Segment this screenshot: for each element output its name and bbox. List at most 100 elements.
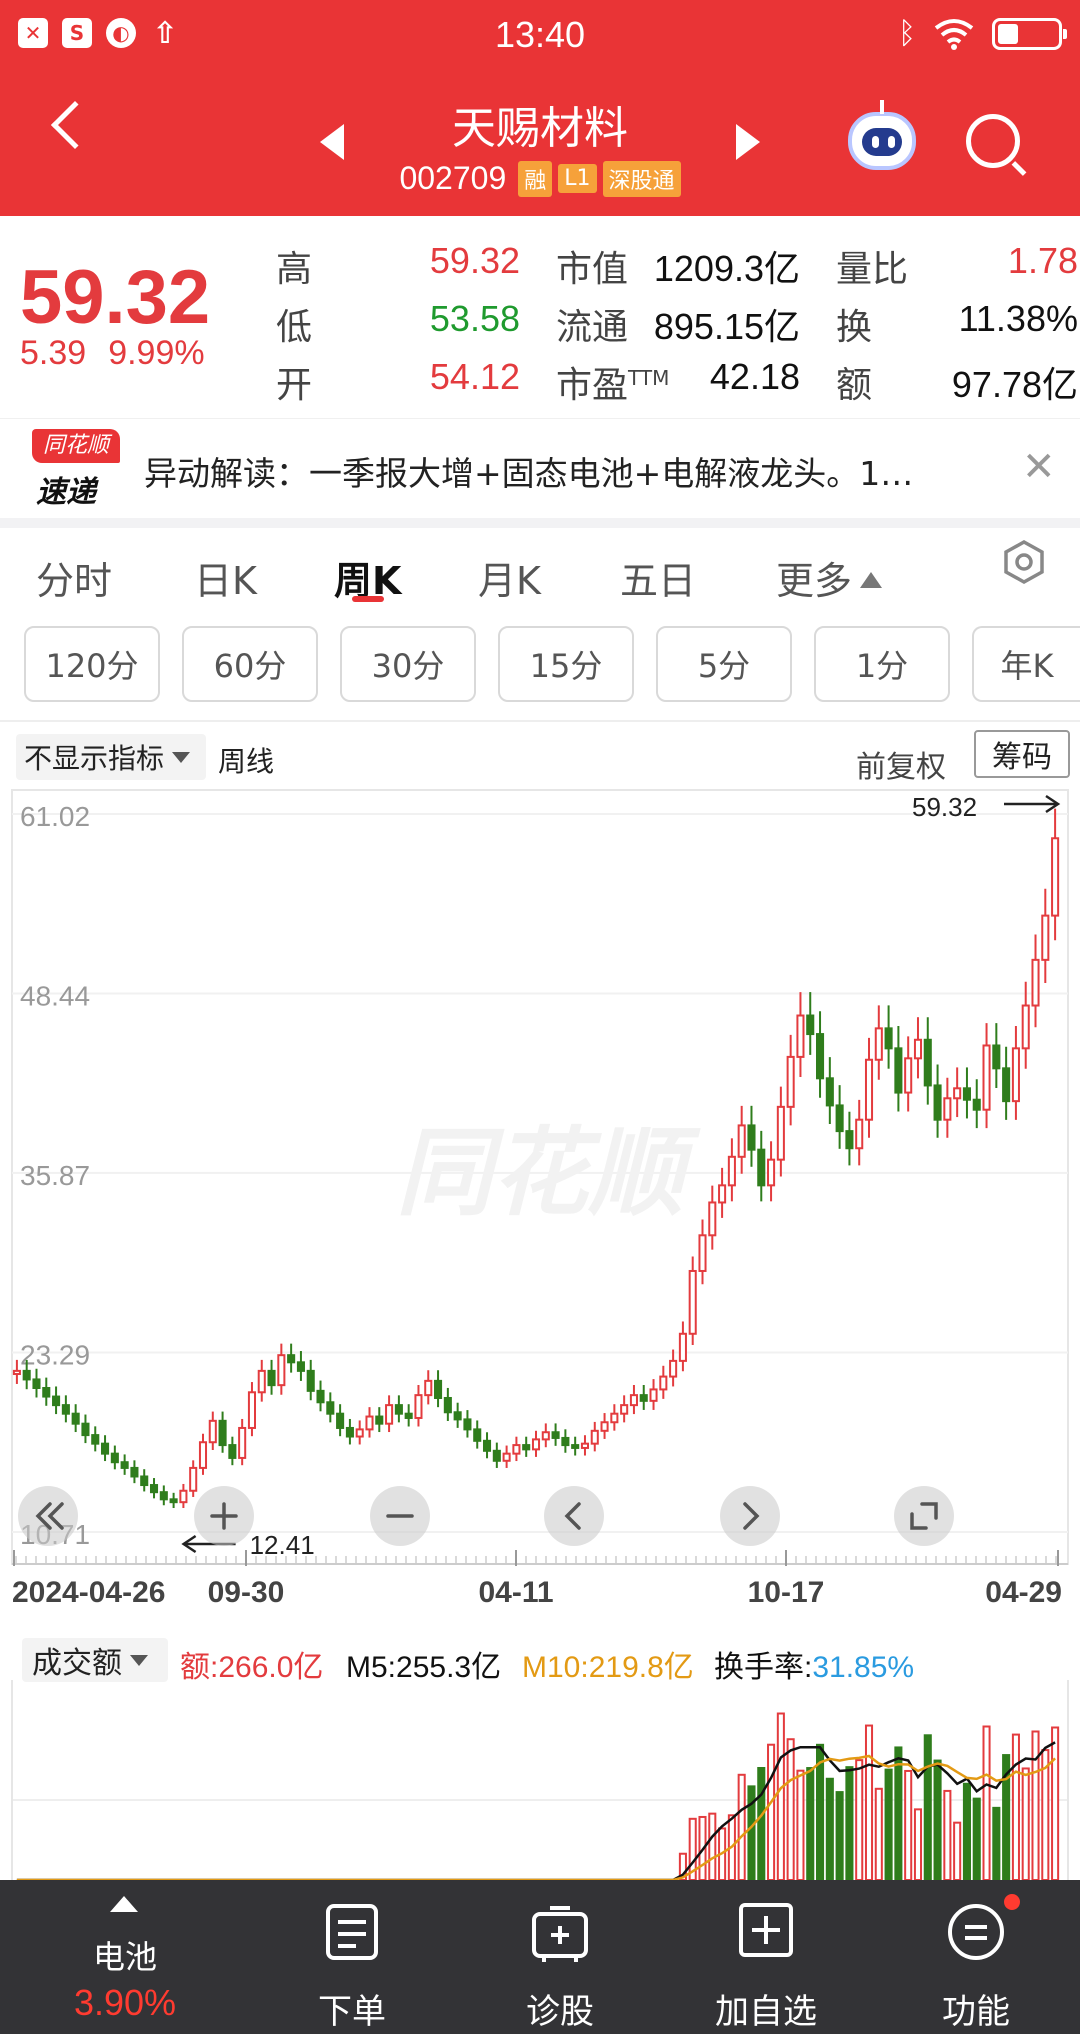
candle[interactable] xyxy=(404,1412,413,1419)
zoom-in-icon[interactable] xyxy=(194,1486,254,1546)
candle[interactable] xyxy=(492,1449,501,1462)
candle[interactable] xyxy=(394,1404,403,1415)
candle[interactable] xyxy=(933,1084,942,1121)
nav-diagnose[interactable]: 诊股 xyxy=(470,1880,650,2034)
candle[interactable] xyxy=(306,1369,315,1392)
indicator-dropdown[interactable]: 不显示指标 xyxy=(16,734,206,780)
tab-daily-k[interactable]: 日K xyxy=(194,550,257,605)
candle[interactable] xyxy=(414,1394,423,1419)
candle[interactable] xyxy=(894,1047,903,1094)
candle[interactable] xyxy=(247,1391,256,1429)
candle[interactable] xyxy=(424,1379,433,1397)
period-5min[interactable]: 5分 xyxy=(656,626,792,702)
candle[interactable] xyxy=(913,1038,923,1060)
candle[interactable] xyxy=(22,1369,31,1381)
candle[interactable] xyxy=(91,1434,100,1445)
chip-distribution-button[interactable]: 筹码 xyxy=(974,730,1070,778)
candlestick-chart[interactable]: 61.0248.4435.8723.2910.71同花顺59.3212.4120… xyxy=(0,786,1080,1624)
candle[interactable] xyxy=(639,1394,648,1402)
candle[interactable] xyxy=(767,1158,776,1187)
hexagon-settings-icon[interactable] xyxy=(1002,540,1046,584)
candle[interactable] xyxy=(1051,837,1060,917)
period-30min[interactable]: 30分 xyxy=(340,626,476,702)
candle[interactable] xyxy=(522,1444,531,1451)
candle[interactable] xyxy=(669,1359,678,1378)
candle[interactable] xyxy=(365,1415,374,1431)
candle[interactable] xyxy=(737,1124,746,1158)
nav-functions[interactable]: 功能 xyxy=(886,1880,1066,2034)
candle[interactable] xyxy=(316,1389,325,1404)
tag-l1[interactable]: L1 xyxy=(558,164,597,193)
adjust-price-toggle[interactable]: 前复权 xyxy=(856,742,946,786)
candle[interactable] xyxy=(874,1027,883,1061)
candle[interactable] xyxy=(443,1396,452,1414)
candle[interactable] xyxy=(600,1421,609,1432)
candle[interactable] xyxy=(355,1428,364,1438)
candle[interactable] xyxy=(678,1332,687,1362)
tag-margin[interactable]: 融 xyxy=(518,160,553,197)
candle[interactable] xyxy=(120,1461,129,1469)
candle[interactable] xyxy=(179,1489,188,1504)
rewind-icon[interactable] xyxy=(18,1486,78,1546)
candle[interactable] xyxy=(747,1124,756,1151)
candle[interactable] xyxy=(561,1436,570,1447)
tag-shenzhen-connect[interactable]: 深股通 xyxy=(602,160,681,197)
candle[interactable] xyxy=(375,1415,384,1425)
fullscreen-icon[interactable] xyxy=(894,1486,954,1546)
candle[interactable] xyxy=(140,1475,149,1487)
candle[interactable] xyxy=(101,1442,110,1455)
candle[interactable] xyxy=(502,1452,511,1462)
period-1min[interactable]: 1分 xyxy=(814,626,950,702)
candle[interactable] xyxy=(385,1404,394,1425)
tab-more[interactable]: 更多 xyxy=(776,550,883,605)
candle[interactable] xyxy=(257,1369,266,1394)
tab-monthly-k[interactable]: 月K xyxy=(478,550,541,605)
candle[interactable] xyxy=(1031,958,1040,1007)
candle[interactable] xyxy=(982,1044,991,1111)
candle[interactable] xyxy=(571,1444,580,1449)
candle[interactable] xyxy=(228,1444,237,1459)
candle[interactable] xyxy=(326,1401,335,1415)
candle[interactable] xyxy=(816,1033,825,1080)
candle[interactable] xyxy=(923,1038,932,1087)
candle[interactable] xyxy=(453,1411,462,1421)
tab-five-day[interactable]: 五日 xyxy=(620,550,696,605)
period-15min[interactable]: 15分 xyxy=(498,626,634,702)
chevron-right-icon[interactable] xyxy=(720,1486,780,1546)
candle[interactable] xyxy=(218,1419,227,1447)
candle[interactable] xyxy=(1041,914,1050,961)
next-stock-arrow-icon[interactable] xyxy=(736,124,760,160)
robot-assistant-icon[interactable] xyxy=(848,100,916,170)
candle[interactable] xyxy=(620,1404,629,1415)
candle[interactable] xyxy=(42,1387,51,1398)
period-60min[interactable]: 60分 xyxy=(182,626,318,702)
candle[interactable] xyxy=(238,1426,247,1459)
candle[interactable] xyxy=(580,1442,590,1449)
candle[interactable] xyxy=(71,1412,80,1425)
chevron-left-icon[interactable] xyxy=(544,1486,604,1546)
candle[interactable] xyxy=(796,1014,805,1058)
candle[interactable] xyxy=(434,1379,443,1399)
candle[interactable] xyxy=(463,1418,472,1431)
candle[interactable] xyxy=(972,1098,981,1111)
candle[interactable] xyxy=(531,1438,541,1451)
close-icon[interactable]: ✕ xyxy=(1022,447,1056,487)
candle[interactable] xyxy=(32,1378,41,1390)
candle[interactable] xyxy=(727,1155,736,1187)
candle[interactable] xyxy=(992,1044,1001,1070)
candle[interactable] xyxy=(953,1087,962,1100)
period-yearly-k[interactable]: 年K xyxy=(972,626,1080,702)
candle[interactable] xyxy=(590,1429,599,1445)
candle[interactable] xyxy=(806,1014,815,1036)
volume-indicator-dropdown[interactable]: 成交额 xyxy=(22,1638,168,1682)
candle[interactable] xyxy=(698,1234,707,1272)
candle[interactable] xyxy=(904,1057,913,1094)
candle[interactable] xyxy=(61,1404,70,1415)
candle[interactable] xyxy=(169,1498,178,1504)
candle[interactable] xyxy=(718,1184,727,1204)
candle[interactable] xyxy=(1021,1004,1030,1050)
candle[interactable] xyxy=(845,1130,854,1150)
candle[interactable] xyxy=(855,1118,864,1150)
candle[interactable] xyxy=(149,1484,159,1494)
back-chevron-icon[interactable] xyxy=(50,100,100,150)
